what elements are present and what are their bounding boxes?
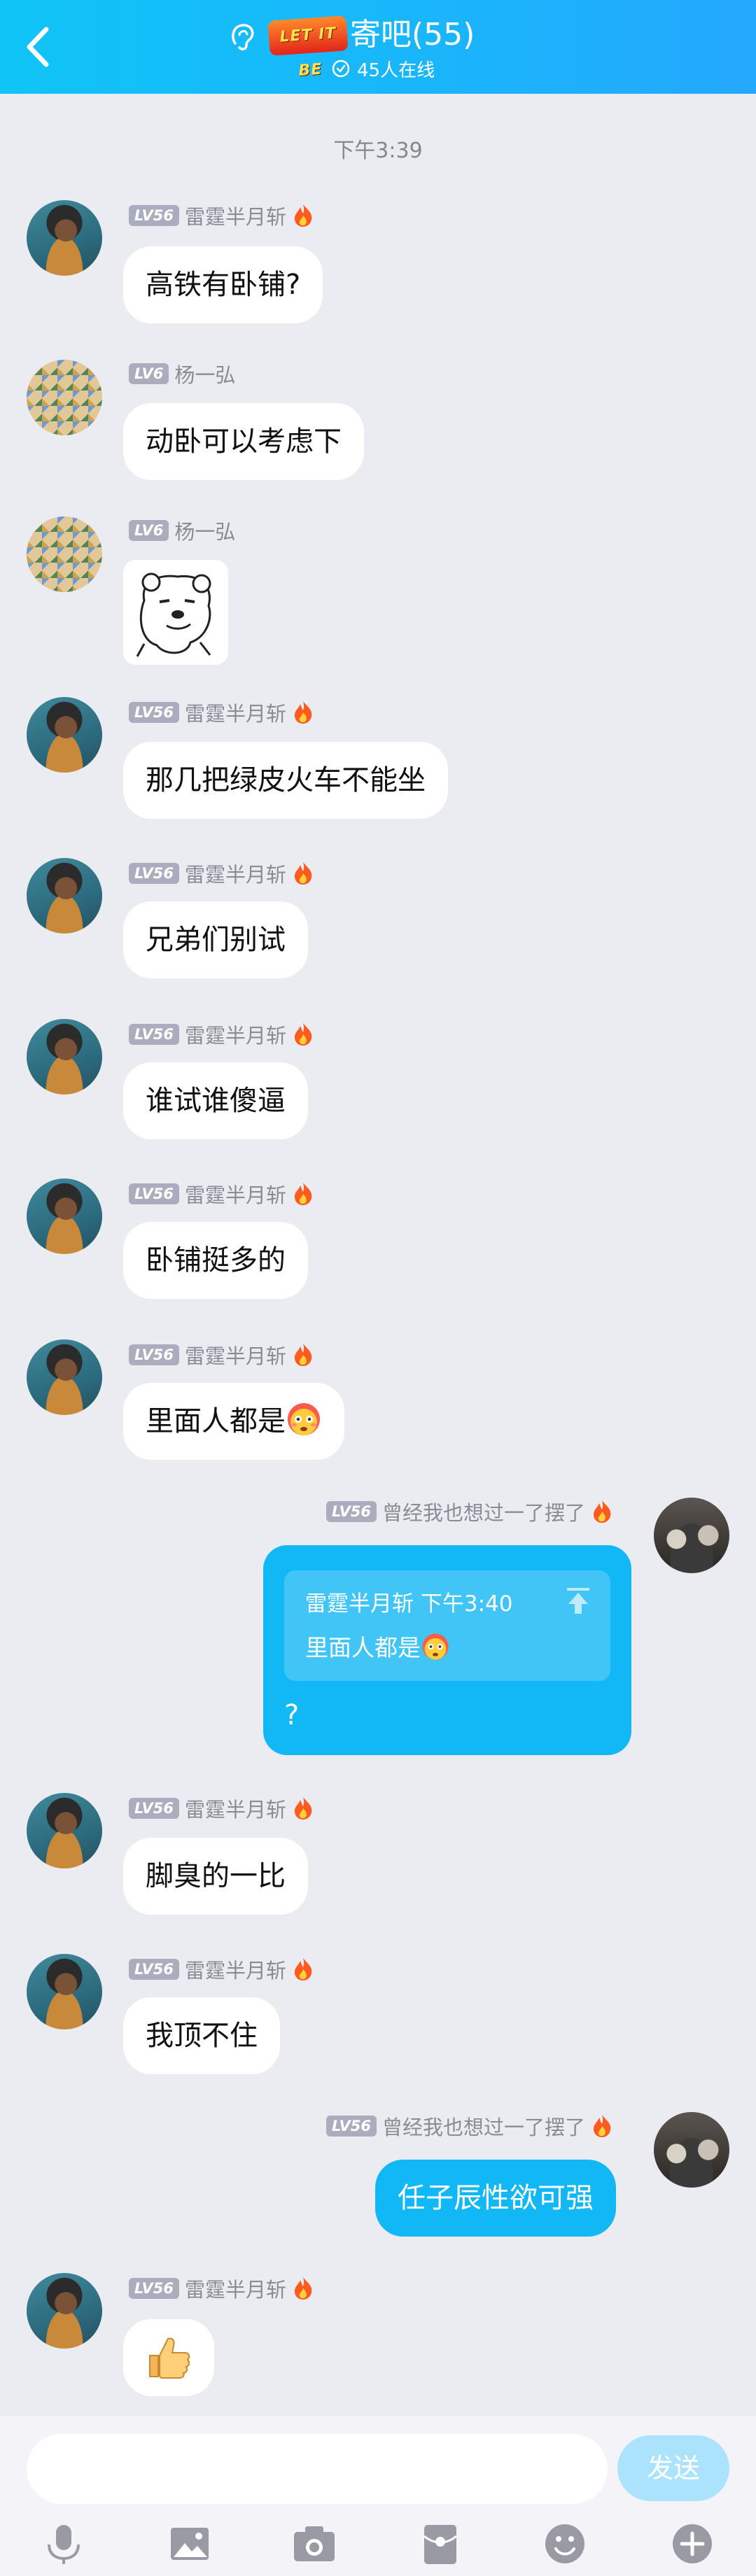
- avatar[interactable]: [27, 1019, 102, 1095]
- level-badge: LV56: [129, 2278, 179, 2299]
- jump-up-icon[interactable]: [564, 1586, 592, 1617]
- message-bubble[interactable]: 谁试谁傻逼: [123, 1062, 308, 1139]
- level-badge: LV56: [129, 1024, 179, 1045]
- flushed-face-icon: [421, 1632, 450, 1661]
- quote-time: 下午3:40: [420, 1591, 513, 1617]
- flame-icon: [292, 700, 314, 725]
- message-bubble[interactable]: 卧铺挺多的: [123, 1222, 308, 1299]
- image-icon[interactable]: [165, 2519, 214, 2568]
- ear-icon[interactable]: [225, 20, 259, 53]
- message-text: 里面人都是: [146, 1405, 286, 1437]
- avatar[interactable]: [27, 697, 102, 773]
- avatar[interactable]: [27, 516, 102, 592]
- avatar[interactable]: [27, 1178, 102, 1254]
- message-bubble[interactable]: 兄弟们别试: [123, 901, 308, 978]
- avatar[interactable]: [27, 1793, 102, 1868]
- sender-name[interactable]: 雷霆半月斩: [185, 1955, 286, 1984]
- flame-icon: [292, 1022, 314, 1047]
- quote-author: 雷霆半月斩: [305, 1591, 414, 1617]
- level-badge: LV56: [129, 863, 179, 884]
- message-bubble[interactable]: 我顶不住: [123, 1997, 280, 2074]
- input-toolbar: [0, 2514, 756, 2574]
- group-title[interactable]: 寄吧(55): [350, 14, 475, 56]
- online-status: 45人在线: [330, 56, 435, 81]
- message-bubble[interactable]: 里面人都是: [123, 1383, 344, 1460]
- flushed-face-icon: [286, 1390, 322, 1435]
- camera-icon[interactable]: [290, 2519, 339, 2568]
- avatar[interactable]: [27, 2273, 102, 2349]
- message-bubble[interactable]: 任子辰性欲可强: [375, 2160, 616, 2237]
- emoji-icon[interactable]: [540, 2519, 589, 2568]
- chevron-left-icon: [27, 27, 49, 67]
- flame-icon: [292, 1181, 314, 1206]
- quote-text-content: 里面人都是: [305, 1634, 421, 1661]
- level-badge: LV56: [129, 1959, 179, 1980]
- chat-header: LET IT BE 寄吧(55) 45人在线: [0, 0, 756, 94]
- avatar[interactable]: [27, 200, 102, 276]
- thumbs-up-icon: [149, 2337, 190, 2379]
- level-badge: LV56: [129, 702, 179, 723]
- red-packet-icon[interactable]: [416, 2519, 465, 2568]
- plus-icon[interactable]: [668, 2519, 717, 2568]
- message-input[interactable]: [27, 2434, 608, 2504]
- flame-icon: [591, 2113, 613, 2139]
- message-bubble[interactable]: 高铁有卧铺?: [123, 246, 323, 323]
- message-bubble[interactable]: 脚臭的一比: [123, 1838, 308, 1915]
- flame-icon: [292, 1342, 314, 1367]
- quote-header: 雷霆半月斩 下午3:40: [305, 1586, 512, 1617]
- flame-icon: [292, 1796, 314, 1821]
- avatar[interactable]: [27, 1954, 102, 2029]
- input-area: 发送: [0, 2416, 756, 2576]
- sender-name[interactable]: 雷霆半月斩: [185, 859, 286, 888]
- reply-text: ?: [284, 1699, 300, 1731]
- flame-icon: [292, 861, 314, 886]
- level-badge: LV56: [129, 1183, 179, 1204]
- avatar[interactable]: [27, 360, 102, 435]
- message-bubble[interactable]: [123, 2319, 214, 2396]
- sender-name[interactable]: 雷霆半月斩: [185, 2274, 286, 2303]
- quoted-message[interactable]: 雷霆半月斩 下午3:40 里面人都是: [284, 1570, 610, 1681]
- level-badge: LV6: [129, 520, 169, 541]
- quote-text: 里面人都是: [305, 1629, 450, 1663]
- sender-name[interactable]: 雷霆半月斩: [185, 1340, 286, 1370]
- sender-name[interactable]: 雷霆半月斩: [185, 1179, 286, 1209]
- sender-name[interactable]: 雷霆半月斩: [185, 1020, 286, 1049]
- sender-name[interactable]: 雷霆半月斩: [185, 1794, 286, 1823]
- flame-icon: [591, 1499, 613, 1524]
- group-logo: LET IT BE: [267, 15, 349, 80]
- level-badge: LV56: [326, 1501, 377, 1522]
- flame-icon: [292, 1957, 314, 1982]
- online-count: 45人在线: [357, 59, 435, 81]
- back-button[interactable]: [18, 22, 60, 71]
- sender-name[interactable]: 曾经我也想过一了摆了: [382, 2111, 585, 2141]
- avatar[interactable]: [654, 2112, 729, 2188]
- reply-bubble[interactable]: 雷霆半月斩 下午3:40 里面人都是 ?: [263, 1545, 631, 1755]
- flame-icon: [292, 2276, 314, 2301]
- flame-icon: [292, 203, 314, 228]
- level-badge: LV56: [326, 2116, 377, 2137]
- sender-name[interactable]: 雷霆半月斩: [185, 201, 286, 230]
- sender-name[interactable]: 曾经我也想过一了摆了: [382, 1497, 585, 1526]
- message-bubble[interactable]: 动卧可以考虑下: [123, 403, 364, 480]
- level-badge: LV56: [129, 1344, 179, 1365]
- level-badge: LV56: [129, 205, 179, 226]
- send-button[interactable]: 发送: [617, 2435, 729, 2501]
- avatar[interactable]: [27, 1339, 102, 1415]
- check-circle-icon: [330, 58, 351, 79]
- message-bubble[interactable]: 那几把绿皮火车不能坐: [123, 742, 448, 819]
- level-badge: LV56: [129, 1798, 179, 1819]
- timestamp: 下午3:39: [333, 139, 423, 163]
- sender-name[interactable]: 雷霆半月斩: [185, 698, 286, 727]
- bear-sticker[interactable]: [123, 560, 228, 665]
- avatar[interactable]: [27, 858, 102, 934]
- sender-name[interactable]: 杨一弘: [174, 516, 235, 545]
- sender-name[interactable]: 杨一弘: [174, 359, 235, 388]
- avatar[interactable]: [654, 1498, 729, 1573]
- level-badge: LV6: [129, 363, 169, 384]
- voice-icon[interactable]: [39, 2519, 88, 2568]
